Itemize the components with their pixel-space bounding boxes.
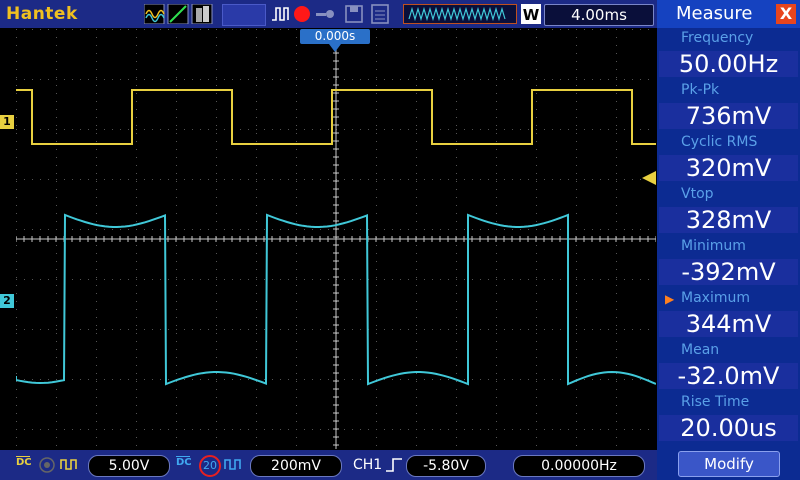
measure-value-pkpk[interactable]: 736mV: [659, 103, 798, 129]
measure-label-vtop: Vtop: [681, 186, 714, 202]
selected-arrow-icon: ▶: [665, 292, 675, 306]
trigger-level[interactable]: -5.80V: [406, 455, 486, 477]
measure-value-mean[interactable]: -32.0mV: [659, 363, 798, 389]
trigger-source[interactable]: CH1: [353, 457, 382, 473]
measure-label-minimum: Minimum: [681, 238, 746, 254]
ch2-bandwidth-limit[interactable]: 20: [199, 455, 221, 477]
measure-panel: Measure X Frequency 50.00Hz Pk-Pk 736mV …: [657, 0, 800, 480]
measure-label-rise-time: Rise Time: [681, 394, 750, 410]
measure-label-cyclic-rms: Cyclic RMS: [681, 134, 758, 150]
close-icon[interactable]: X: [776, 4, 796, 24]
display-slot[interactable]: [222, 4, 266, 26]
ch2-scale[interactable]: 200mV: [250, 455, 342, 477]
display-mode-icons[interactable]: [144, 4, 224, 24]
modify-button[interactable]: Modify: [678, 451, 780, 477]
memory-position-bar[interactable]: [403, 4, 517, 24]
measure-value-frequency[interactable]: 50.00Hz: [659, 51, 798, 77]
ch2-waveform-icon[interactable]: [224, 457, 244, 471]
measure-title: Measure: [676, 3, 753, 24]
measure-value-vtop[interactable]: 328mV: [659, 207, 798, 233]
timebase-display[interactable]: 4.00ms: [544, 4, 654, 26]
measure-label-maximum: Maximum: [681, 290, 750, 306]
measure-value-cyclic-rms[interactable]: 320mV: [659, 155, 798, 181]
ch2-marker[interactable]: 2: [0, 294, 14, 308]
measure-value-rise-time[interactable]: 20.00us: [659, 415, 798, 441]
ch1-waveform-icon[interactable]: [60, 457, 80, 471]
ch1-marker[interactable]: 1: [0, 115, 14, 129]
measure-label-frequency: Frequency: [681, 30, 754, 46]
trigger-level-arrow-icon[interactable]: [642, 171, 656, 185]
waveform-graticule: [16, 29, 656, 449]
measure-header: Measure X: [657, 0, 800, 28]
ch2-coupling[interactable]: DC: [176, 456, 192, 468]
rising-edge-icon[interactable]: [385, 457, 403, 473]
waveform-w-icon[interactable]: W: [521, 4, 541, 24]
ch1-bandwidth-icon[interactable]: [38, 456, 56, 474]
measure-label-mean: Mean: [681, 342, 720, 358]
brand-logo: Hantek: [6, 4, 78, 24]
run-controls[interactable]: [270, 4, 396, 24]
svg-text:W: W: [523, 6, 540, 24]
measure-value-minimum[interactable]: -392mV: [659, 259, 798, 285]
bottom-status-bar: DC 5.00V DC 20 200mV CH1 -5.80V 0.00000H…: [0, 450, 657, 480]
trigger-position-arrow-icon: [329, 44, 341, 52]
measure-value-maximum[interactable]: 344mV: [659, 311, 798, 337]
ch1-coupling[interactable]: DC: [16, 456, 32, 468]
ch1-scale[interactable]: 5.00V: [88, 455, 170, 477]
top-toolbar: Hantek W 4.00ms: [0, 0, 657, 28]
frequency-counter[interactable]: 0.00000Hz: [513, 455, 645, 477]
measure-label-pkpk: Pk-Pk: [681, 82, 720, 98]
trigger-position-label[interactable]: 0.000s: [300, 29, 370, 44]
